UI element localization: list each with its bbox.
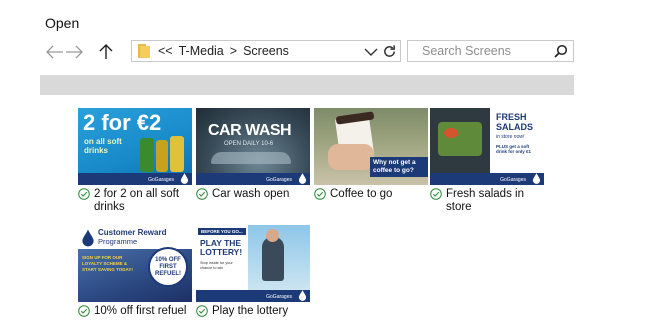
tile-label: Car wash open xyxy=(212,188,290,200)
offer-badge: 10% OFF FIRST REFUEL! xyxy=(148,247,188,287)
hand-image xyxy=(328,144,374,170)
arrow-up-icon xyxy=(99,44,113,59)
screen-tile-salads[interactable]: FRESH SALADS in store now! PLUS get a so… xyxy=(430,108,548,214)
breadcrumb-separator: > xyxy=(229,44,238,58)
check-circle-icon xyxy=(196,305,208,317)
check-circle-icon xyxy=(78,188,90,200)
search-box xyxy=(407,40,574,62)
check-circle-icon xyxy=(430,188,442,200)
check-circle-icon xyxy=(314,188,326,200)
check-circle-icon xyxy=(196,188,208,200)
promo-subtext: on all soft drinks xyxy=(84,137,122,155)
arrow-right-icon xyxy=(66,45,83,59)
person-image xyxy=(262,237,284,281)
brand-name: GoGarages xyxy=(266,294,292,300)
drop-logo-icon xyxy=(532,173,541,184)
brand-name: GoGarages xyxy=(148,177,174,183)
check-circle-icon xyxy=(78,305,90,317)
person-head xyxy=(266,229,279,242)
forward-button[interactable] xyxy=(64,42,84,62)
drop-logo-icon xyxy=(298,173,307,184)
breadcrumb-item-t-media[interactable]: T-Media xyxy=(179,44,224,58)
car-image xyxy=(211,152,291,164)
drop-logo-icon xyxy=(82,229,94,247)
thumbnail-lottery: BEFORE YOU GO... PLAY THE LOTTERY! Stop … xyxy=(196,225,310,302)
promo-subtext: Stop inside for your chance to win xyxy=(200,261,233,270)
thumbnail-salads: FRESH SALADS in store now! PLUS get a so… xyxy=(430,108,544,185)
promo-subtext: OPEN DAILY 10-6 xyxy=(224,141,274,147)
thumbnail-customer-reward: Customer Reward Programme SIGN UP FOR OU… xyxy=(78,225,192,302)
promo-subtext: SIGN UP FOR OUR LOYALTY SCHEME & START S… xyxy=(82,255,133,272)
promo-headline: Customer Reward xyxy=(98,228,167,237)
thumbnail-coffee: Why not get a coffee to go? xyxy=(314,108,428,185)
refresh-icon[interactable] xyxy=(382,44,397,59)
brand-footer xyxy=(78,173,192,185)
brand-footer xyxy=(196,290,310,302)
search-input[interactable] xyxy=(422,42,552,60)
command-bar xyxy=(40,75,574,95)
brand-name: GoGarages xyxy=(266,177,292,183)
salad-tomato xyxy=(444,128,458,138)
folder-icon xyxy=(138,44,150,58)
window-title: Open xyxy=(45,15,80,31)
bottle-image xyxy=(156,140,168,172)
promo-subtext: in store now! xyxy=(496,134,525,140)
promo-headline: FRESH SALADS xyxy=(496,112,534,132)
arrow-left-icon xyxy=(46,45,63,59)
tile-label: Play the lottery xyxy=(212,305,289,317)
up-button[interactable] xyxy=(96,42,116,62)
brand-footer xyxy=(430,173,544,185)
drop-logo-icon xyxy=(180,173,189,184)
breadcrumb-overflow[interactable]: << xyxy=(158,44,173,58)
promo-headline: 2 for €2 xyxy=(83,110,162,135)
tile-label: Fresh salads in store xyxy=(446,188,524,213)
tile-label: 2 for 2 on all soft drinks xyxy=(94,188,180,213)
promo-headline: PLAY THE LOTTERY! xyxy=(200,238,243,257)
screen-tile-coffee[interactable]: Why not get a coffee to go? Coffee to go xyxy=(314,108,432,201)
address-bar[interactable]: << T-Media > Screens xyxy=(131,40,401,62)
brand-name: GoGarages xyxy=(500,177,526,183)
chevron-down-icon[interactable] xyxy=(364,45,378,59)
screen-tile-lottery[interactable]: BEFORE YOU GO... PLAY THE LOTTERY! Stop … xyxy=(196,225,314,318)
promo-caption: Why not get a coffee to go? xyxy=(370,157,428,177)
promo-offer: PLUS get a soft drink for only €1 xyxy=(496,144,532,154)
bottle-image xyxy=(170,136,184,172)
search-icon[interactable] xyxy=(554,44,568,58)
screen-tile-customer-reward[interactable]: Customer Reward Programme SIGN UP FOR OU… xyxy=(78,225,196,318)
drop-logo-icon xyxy=(298,290,307,301)
bottle-image xyxy=(140,138,154,172)
thumbnail-soft-drinks: 2 for €2 on all soft drinks GoGarages xyxy=(78,108,192,185)
screen-tile-soft-drinks[interactable]: 2 for €2 on all soft drinks GoGarages 2 … xyxy=(78,108,196,214)
tile-label: 10% off first refuel xyxy=(94,305,187,317)
salad-bowl-image xyxy=(438,122,482,156)
brand-footer xyxy=(196,173,310,185)
breadcrumb-item-screens[interactable]: Screens xyxy=(243,44,289,58)
screen-tile-car-wash[interactable]: CAR WASH OPEN DAILY 10-6 GoGarages Car w… xyxy=(196,108,314,201)
promo-tag: BEFORE YOU GO... xyxy=(198,228,246,235)
back-button[interactable] xyxy=(45,42,65,62)
breadcrumb: << T-Media > Screens xyxy=(158,44,289,58)
tile-label: Coffee to go xyxy=(330,188,393,200)
thumbnail-car-wash: CAR WASH OPEN DAILY 10-6 GoGarages xyxy=(196,108,310,185)
promo-headline-2: Programme xyxy=(98,237,138,246)
promo-headline: CAR WASH xyxy=(208,122,292,139)
